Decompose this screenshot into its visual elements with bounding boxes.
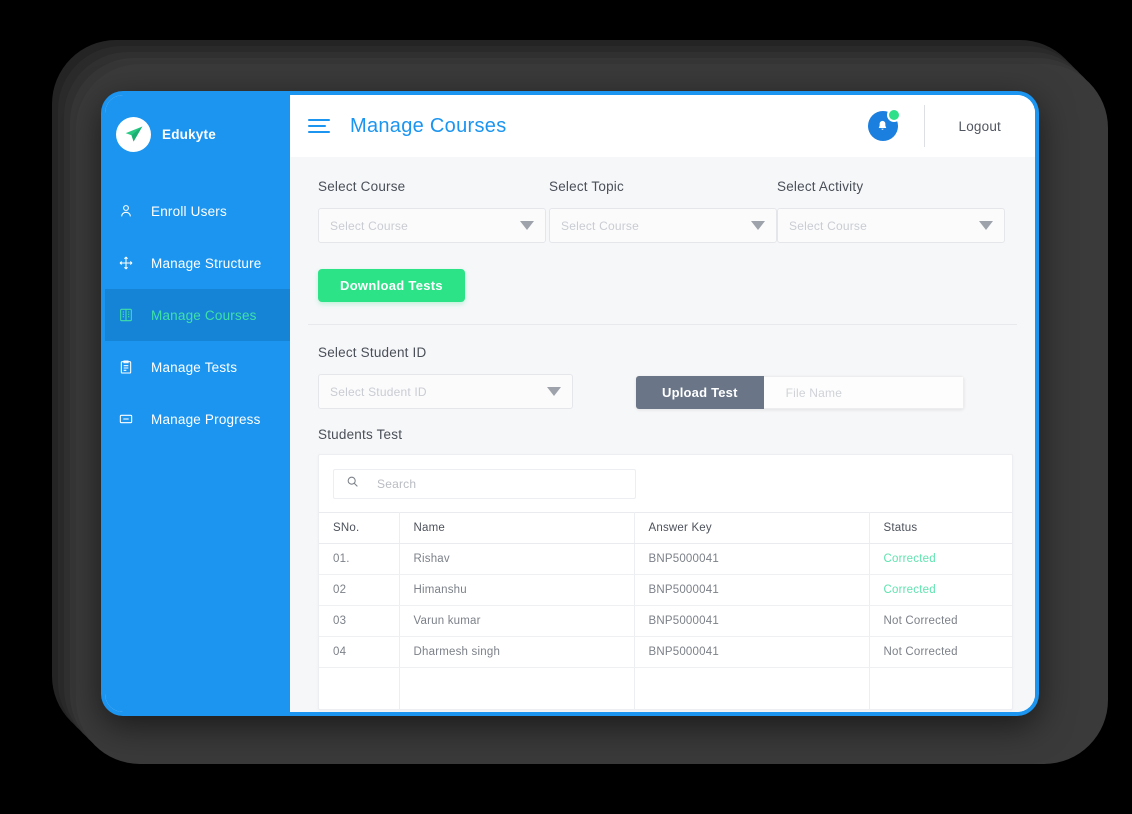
sidebar-nav: Enroll Users Manage Structure Manage Cou… <box>105 185 290 445</box>
sidebar: Edukyte Enroll Users Manage Structure Ma… <box>105 95 290 712</box>
status-badge: Corrected <box>869 574 1012 606</box>
main-area: Manage Courses Logout Select Course Sele… <box>290 95 1035 712</box>
sidebar-item-manage-tests[interactable]: Manage Tests <box>105 341 290 393</box>
field-select-activity: Select Activity Select Course <box>777 179 1005 243</box>
clipboard-icon <box>117 358 135 376</box>
chevron-down-icon <box>751 221 765 230</box>
select-course-placeholder: Select Course <box>330 218 408 233</box>
sidebar-item-label: Manage Tests <box>151 359 238 375</box>
topbar: Manage Courses Logout <box>290 95 1035 157</box>
status-badge: Not Corrected <box>869 636 1012 668</box>
chevron-down-icon <box>547 387 561 396</box>
sidebar-item-label: Manage Structure <box>151 255 262 271</box>
notification-badge <box>886 108 901 122</box>
column-header-answer-key[interactable]: Answer Key <box>634 512 870 544</box>
students-test-table: SNo. Name Answer Key Status 01. Rishav B… <box>319 512 1012 709</box>
students-test-title: Students Test <box>318 427 403 442</box>
table-header-row: SNo. Name Answer Key Status <box>319 512 1012 544</box>
download-tests-button[interactable]: Download Tests <box>318 269 465 302</box>
app-screen: Edukyte Enroll Users Manage Structure Ma… <box>105 95 1035 712</box>
select-student-id-placeholder: Select Student ID <box>330 384 427 399</box>
select-activity-placeholder: Select Course <box>789 218 867 233</box>
cell-name: Rishav <box>399 543 635 575</box>
sidebar-item-manage-structure[interactable]: Manage Structure <box>105 237 290 289</box>
upload-section: Select Student ID Select Student ID Uplo… <box>290 325 1035 409</box>
hamburger-icon[interactable] <box>308 119 330 133</box>
cell-name: Dharmesh singh <box>399 636 635 668</box>
search-icon <box>346 475 359 493</box>
select-topic-label: Select Topic <box>549 179 624 194</box>
cell-answer-key: BNP5000041 <box>634 574 870 606</box>
cell-name: Himanshu <box>399 574 635 606</box>
chevron-down-icon <box>979 221 993 230</box>
sidebar-item-label: Manage Courses <box>151 307 257 323</box>
file-name-input[interactable]: File Name <box>763 376 964 409</box>
table-head: SNo. Name Answer Key Status <box>319 512 1012 544</box>
cell-sno: 02 <box>319 574 400 606</box>
status-badge <box>869 668 1012 709</box>
field-select-topic: Select Topic Select Course <box>549 179 777 243</box>
table-row[interactable]: 02 Himanshu BNP5000041 Corrected <box>319 574 1012 606</box>
topbar-right: Logout <box>867 95 1036 157</box>
upload-group: Upload Test File Name <box>636 376 964 409</box>
field-select-student-id: Select Student ID Select Student ID <box>318 345 573 409</box>
search-wrap: Search <box>319 455 1012 512</box>
sidebar-item-label: Enroll Users <box>151 203 227 219</box>
select-activity-label: Select Activity <box>777 179 864 194</box>
select-student-id-dropdown[interactable]: Select Student ID <box>318 374 573 409</box>
column-header-sno[interactable]: SNo. <box>319 512 400 544</box>
cell-sno: 01. <box>319 543 400 575</box>
table-row[interactable]: 04 Dharmesh singh BNP5000041 Not Correct… <box>319 636 1012 668</box>
upload-row: Select Student ID Select Student ID Uplo… <box>318 345 1005 409</box>
select-student-id-label: Select Student ID <box>318 345 427 360</box>
cell-name <box>399 667 635 709</box>
book-icon <box>117 306 135 324</box>
cell-sno: 03 <box>319 605 400 637</box>
field-select-course: Select Course Select Course <box>318 179 546 243</box>
cell-answer-key: BNP5000041 <box>634 636 870 668</box>
notifications-button[interactable] <box>867 108 901 141</box>
content: Select Course Select Course Select Topic… <box>290 157 1035 712</box>
column-header-status[interactable]: Status <box>869 512 1012 544</box>
select-course-label: Select Course <box>318 179 406 194</box>
status-badge: Not Corrected <box>869 605 1012 637</box>
cell-answer-key: BNP5000041 <box>634 543 870 575</box>
sidebar-item-manage-progress[interactable]: Manage Progress <box>105 393 290 445</box>
search-placeholder: Search <box>377 477 417 491</box>
select-topic-placeholder: Select Course <box>561 218 639 233</box>
cell-sno: 04 <box>319 636 400 668</box>
table-row[interactable] <box>319 667 1012 709</box>
brand: Edukyte <box>105 95 290 157</box>
cell-name: Varun kumar <box>399 605 635 637</box>
table-row[interactable]: 01. Rishav BNP5000041 Corrected <box>319 543 1012 575</box>
select-topic-dropdown[interactable]: Select Course <box>549 208 777 243</box>
table-body: 01. Rishav BNP5000041 Corrected 02 Himan… <box>319 543 1012 709</box>
cell-answer-key: BNP5000041 <box>634 605 870 637</box>
column-header-name[interactable]: Name <box>399 512 635 544</box>
cell-answer-key <box>634 667 870 709</box>
paper-plane-icon <box>116 116 151 152</box>
status-badge: Corrected <box>869 543 1012 575</box>
sidebar-item-enroll-users[interactable]: Enroll Users <box>105 185 290 237</box>
user-icon <box>117 202 135 220</box>
upload-test-button[interactable]: Upload Test <box>636 376 764 409</box>
sidebar-item-manage-courses[interactable]: Manage Courses <box>105 289 290 341</box>
file-name-placeholder: File Name <box>785 385 843 400</box>
chevron-down-icon <box>520 221 534 230</box>
students-test-card: Search SNo. Name Answer Key Status 01. R… <box>318 454 1013 710</box>
sidebar-item-label: Manage Progress <box>151 411 261 427</box>
table-row[interactable]: 03 Varun kumar BNP5000041 Not Corrected <box>319 605 1012 637</box>
move-cross-icon <box>117 254 135 272</box>
logout-button[interactable]: Logout <box>925 119 1036 134</box>
select-course-dropdown[interactable]: Select Course <box>318 208 546 243</box>
filters-row: Select Course Select Course Select Topic… <box>318 179 1005 243</box>
cell-sno <box>319 667 400 709</box>
minus-box-icon <box>117 410 135 428</box>
brand-name: Edukyte <box>162 126 216 142</box>
search-input[interactable]: Search <box>333 469 636 499</box>
filters-section: Select Course Select Course Select Topic… <box>290 157 1035 320</box>
select-activity-dropdown[interactable]: Select Course <box>777 208 1005 243</box>
page-title: Manage Courses <box>350 114 507 137</box>
